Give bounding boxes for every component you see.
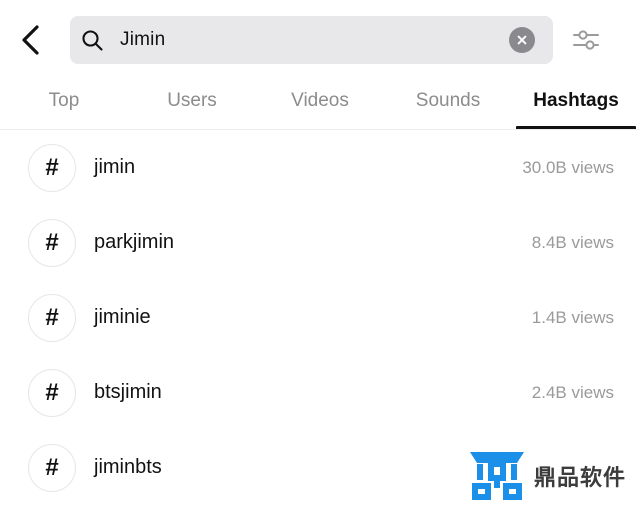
- hashtag-icon: #: [28, 143, 76, 192]
- tab-users[interactable]: Users: [128, 82, 256, 130]
- search-bar[interactable]: Jimin: [70, 16, 553, 64]
- hashtag-name: jimin: [94, 156, 136, 178]
- hash-glyph: #: [45, 378, 59, 406]
- tab-label: Sounds: [415, 90, 481, 111]
- filter-button[interactable]: [557, 10, 615, 70]
- hash-glyph: #: [45, 453, 59, 481]
- hashtag-views: 8.4B views: [531, 232, 614, 252]
- watermark: 鼎品软件: [468, 450, 626, 502]
- tab-label: Users: [167, 90, 217, 111]
- tab-sounds[interactable]: Sounds: [384, 82, 512, 130]
- hashtag-views: 2.4B views: [531, 382, 614, 402]
- tab-videos[interactable]: Videos: [256, 82, 384, 130]
- back-button[interactable]: [4, 10, 58, 70]
- hashtag-views: 1.4B views: [531, 307, 614, 327]
- hashtag-icon: #: [28, 368, 76, 417]
- hashtag-name: parkjimin: [94, 231, 175, 253]
- hash-glyph: #: [45, 228, 59, 256]
- hashtag-icon: #: [28, 293, 76, 342]
- tab-label: Hashtags: [533, 90, 619, 111]
- search-tabs: Top Users Videos Sounds Hashtags: [0, 82, 640, 130]
- search-header: Jimin: [0, 0, 640, 80]
- close-icon: [517, 35, 527, 45]
- list-item[interactable]: # parkjimin 8.4B views: [0, 205, 640, 280]
- hashtag-name: btsjimin: [94, 381, 162, 403]
- hashtag-name: jiminie: [94, 306, 151, 328]
- tab-hashtags[interactable]: Hashtags: [512, 82, 640, 130]
- hash-glyph: #: [45, 153, 59, 181]
- watermark-text: 鼎品软件: [533, 466, 626, 491]
- tab-top[interactable]: Top: [0, 82, 128, 130]
- sliders-icon: [573, 30, 599, 50]
- hashtag-icon: #: [28, 218, 76, 267]
- list-item[interactable]: # jimin 30.0B views: [0, 130, 640, 205]
- tab-label: Top: [48, 90, 80, 111]
- ding-logo-icon: [469, 452, 524, 500]
- clear-search-button[interactable]: [509, 27, 535, 53]
- list-item[interactable]: # btsjimin 2.4B views: [0, 355, 640, 430]
- hashtag-icon: #: [28, 443, 76, 492]
- hashtag-views: 30.0B views: [522, 157, 614, 177]
- tab-label: Videos: [291, 90, 349, 111]
- list-item[interactable]: # jiminie 1.4B views: [0, 280, 640, 355]
- chevron-left-icon: [22, 25, 39, 55]
- hash-glyph: #: [45, 303, 59, 331]
- search-icon: [70, 28, 114, 52]
- search-input[interactable]: Jimin: [114, 29, 509, 51]
